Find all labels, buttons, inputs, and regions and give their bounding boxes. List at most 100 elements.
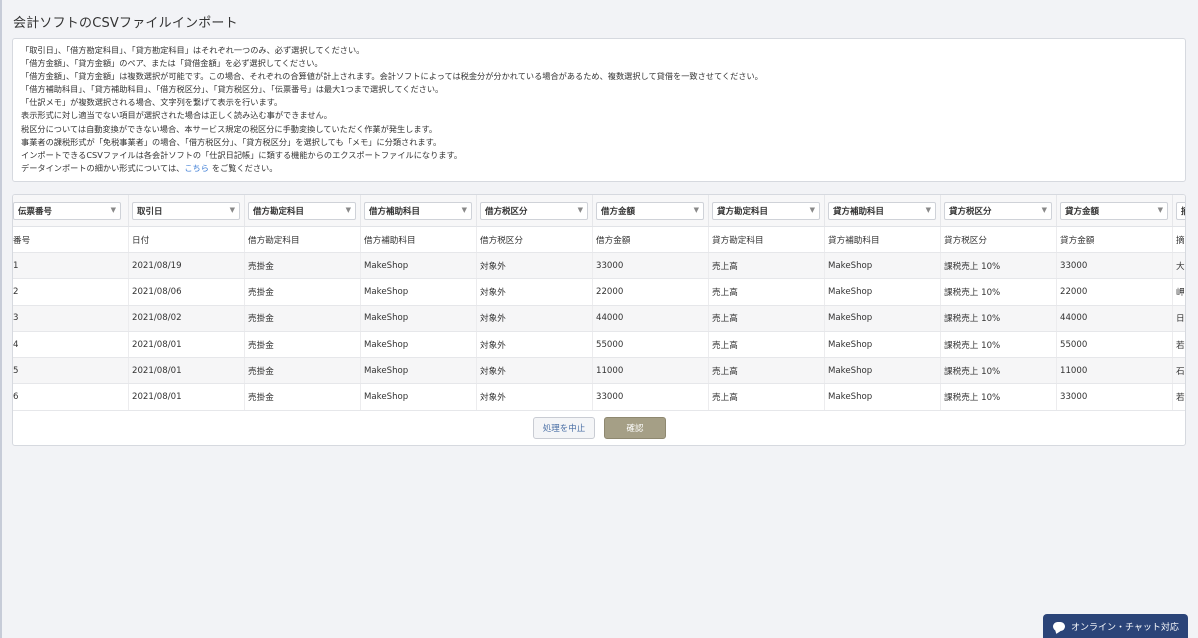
table-cell: 課税売上 10% [941, 384, 1057, 410]
table-row: 1 2021/08/19 売掛金 MakeShop 対象外 33000 売上高 MakeSho… [13, 253, 1185, 280]
column-mapping-cell: 借方金額 ▼ [593, 195, 709, 226]
online-chat-button[interactable]: オンライン・チャット対応 [1043, 614, 1188, 638]
table-cell: 33000 [593, 384, 709, 410]
table-cell: 若 [1173, 332, 1185, 357]
column-mapping-selected-value: 貸方税区分 [949, 207, 992, 217]
table-cell: 44000 [593, 305, 709, 331]
column-mapping-selected-value: 貸方補助科目 [833, 207, 885, 217]
column-mapping-cell: 摘 [1173, 195, 1185, 226]
import-table-panel: 伝票番号 ▼ 取引日 ▼ 借方勘定科目 ▼ 借方補助科目 ▼ 借方税区分 ▼ 借方金額 ▼ 貸方勘定科目… [12, 194, 1186, 446]
table-header-cell: 貸方勘定科目 [709, 227, 825, 252]
table-cell: 売上高 [709, 305, 825, 331]
table-cell: 課税売上 10% [941, 305, 1057, 331]
table-cell: 岬 [1173, 279, 1185, 304]
notice-format-prefix: データインポートの細かい形式については、 [21, 162, 185, 173]
column-mapping-select[interactable]: 貸方補助科目 ▼ [828, 202, 936, 220]
chevron-down-icon: ▼ [577, 206, 583, 214]
column-mapping-cell: 貸方税区分 ▼ [941, 195, 1057, 226]
table-row: 5 2021/08/01 売掛金 MakeShop 対象外 11000 売上高 MakeSho… [13, 358, 1185, 385]
table-header-cell: 摘要 [1173, 227, 1185, 252]
column-mapping-select[interactable]: 貸方勘定科目 ▼ [712, 202, 820, 220]
table-cell: 売掛金 [245, 358, 361, 384]
table-cell: 売掛金 [245, 384, 361, 410]
table-cell: 大 [1173, 253, 1185, 278]
table-cell: 売上高 [709, 384, 825, 410]
column-mapping-selected-value: 取引日 [137, 207, 163, 217]
chevron-down-icon: ▼ [1041, 206, 1047, 214]
table-cell: 売掛金 [245, 305, 361, 331]
column-mapping-cell: 借方税区分 ▼ [477, 195, 593, 226]
chat-bubble-icon [1053, 621, 1065, 631]
column-mapping-selected-value: 借方勘定科目 [253, 207, 305, 217]
table-cell: 2 [13, 279, 129, 305]
column-mapping-row: 伝票番号 ▼ 取引日 ▼ 借方勘定科目 ▼ 借方補助科目 ▼ 借方税区分 ▼ 借方金額 ▼ 貸方勘定科目… [13, 195, 1185, 227]
mapping-grid: 伝票番号 ▼ 取引日 ▼ 借方勘定科目 ▼ 借方補助科目 ▼ 借方税区分 ▼ 借方金額 ▼ 貸方勘定科目… [13, 195, 1185, 411]
column-mapping-select[interactable]: 借方税区分 ▼ [480, 202, 588, 220]
table-cell: 売掛金 [245, 253, 361, 279]
column-mapping-selected-value: 借方金額 [601, 207, 636, 217]
table-cell: 課税売上 10% [941, 279, 1057, 305]
column-mapping-select[interactable]: 借方勘定科目 ▼ [248, 202, 356, 220]
column-mapping-select[interactable]: 貸方税区分 ▼ [944, 202, 1052, 220]
table-cell: MakeShop [361, 279, 477, 305]
table-cell: 33000 [593, 253, 709, 279]
table-cell: 石 [1173, 358, 1185, 383]
table-header-cell: 番号 [13, 227, 129, 252]
chevron-down-icon: ▼ [110, 206, 116, 214]
table-cell: 2021/08/01 [129, 331, 245, 358]
table-cell: 対象外 [477, 384, 593, 410]
table-cell: MakeShop [825, 331, 941, 358]
notice-line: 事業者の課税形式が「免税事業者」の場合、「借方税区分」、「貸方税区分」を選択して… [21, 136, 442, 147]
column-mapping-select[interactable]: 取引日 ▼ [132, 202, 240, 220]
table-cell: 2021/08/01 [129, 358, 245, 384]
table-header-cell: 借方補助科目 [361, 227, 477, 252]
notice-line: 表示形式に対し適当でない項目が選択された場合は正しく読み込む事ができません。 [21, 110, 332, 121]
table-row: 4 2021/08/01 売掛金 MakeShop 対象外 55000 売上高 MakeSho… [13, 331, 1185, 359]
table-cell: 売掛金 [245, 331, 361, 358]
table-cell: 課税売上 10% [941, 253, 1057, 279]
table-scroll-area[interactable]: 伝票番号 ▼ 取引日 ▼ 借方勘定科目 ▼ 借方補助科目 ▼ 借方税区分 ▼ 借方金額 ▼ 貸方勘定科目… [13, 195, 1185, 411]
import-notice-box: 「取引日」、「借方勘定科目」、「貸方勘定科目」はそれぞれ一つのみ、必ず選択してく… [12, 38, 1186, 182]
notice-format-suffix: をご覧ください。 [211, 162, 278, 173]
column-mapping-select[interactable]: 借方補助科目 ▼ [364, 202, 472, 220]
table-cell: 2021/08/02 [129, 305, 245, 331]
column-mapping-select[interactable]: 伝票番号 ▼ [13, 202, 121, 220]
table-cell: 11000 [593, 358, 709, 384]
column-mapping-select[interactable]: 借方金額 ▼ [596, 202, 704, 220]
table-cell: 2021/08/19 [129, 253, 245, 279]
column-mapping-cell: 伝票番号 ▼ [13, 195, 129, 226]
column-mapping-selected-value: 貸方勘定科目 [717, 207, 769, 217]
notice-line: 税区分については自動変換ができない場合、本サービス規定の税区分に手動変換していた… [21, 123, 438, 134]
table-row: 3 2021/08/02 売掛金 MakeShop 対象外 44000 売上高 MakeSho… [13, 305, 1185, 332]
confirm-button[interactable]: 確認 [604, 417, 666, 439]
table-cell: 対象外 [477, 305, 593, 331]
table-cell: MakeShop [361, 384, 477, 410]
notice-line: 「借方金額」、「貸方金額」のペア、または「貸借金額」を必ず選択してください。 [21, 58, 323, 69]
table-cell: 55000 [1057, 331, 1173, 358]
chevron-down-icon: ▼ [693, 206, 699, 214]
chevron-down-icon: ▼ [925, 206, 931, 214]
cancel-button[interactable]: 処理を中止 [533, 417, 595, 439]
notice-line: 「借方補助科目」、「貸方補助科目」、「借方税区分」、「貸方税区分」、「伝票番号」… [21, 84, 444, 95]
column-mapping-cell: 借方補助科目 ▼ [361, 195, 477, 226]
online-chat-label: オンライン・チャット対応 [1071, 622, 1179, 633]
column-mapping-select[interactable]: 摘 [1176, 202, 1185, 220]
table-cell: 44000 [1057, 305, 1173, 331]
format-details-link[interactable]: こちら [184, 163, 209, 173]
table-cell: MakeShop [361, 358, 477, 384]
notice-line: 「借方金額」、「貸方金額」は複数選択が可能です。この場合、それぞれの合算値が計上… [21, 71, 763, 82]
notice-line: 「取引日」、「借方勘定科目」、「貸方勘定科目」はそれぞれ一つのみ、必ず選択してく… [21, 45, 365, 55]
column-mapping-selected-value: 借方税区分 [485, 207, 528, 217]
table-body: 1 2021/08/19 売掛金 MakeShop 対象外 33000 売上高 MakeSho… [13, 253, 1185, 411]
notice-line-format: データインポートの細かい形式については、こちら をご覧ください。 [21, 162, 1177, 175]
column-mapping-selected-value: 借方補助科目 [369, 207, 421, 217]
table-cell: 22000 [1057, 279, 1173, 305]
table-header-cell: 貸方補助科目 [825, 227, 941, 252]
table-header-cell: 借方勘定科目 [245, 227, 361, 252]
table-cell: 22000 [593, 279, 709, 305]
column-mapping-select[interactable]: 貸方金額 ▼ [1060, 202, 1168, 220]
page-title: 会計ソフトのCSVファイルインポート [13, 16, 238, 31]
table-cell: 売上高 [709, 331, 825, 358]
column-mapping-selected-value: 摘 [1181, 205, 1185, 217]
column-mapping-cell: 貸方金額 ▼ [1057, 195, 1173, 226]
